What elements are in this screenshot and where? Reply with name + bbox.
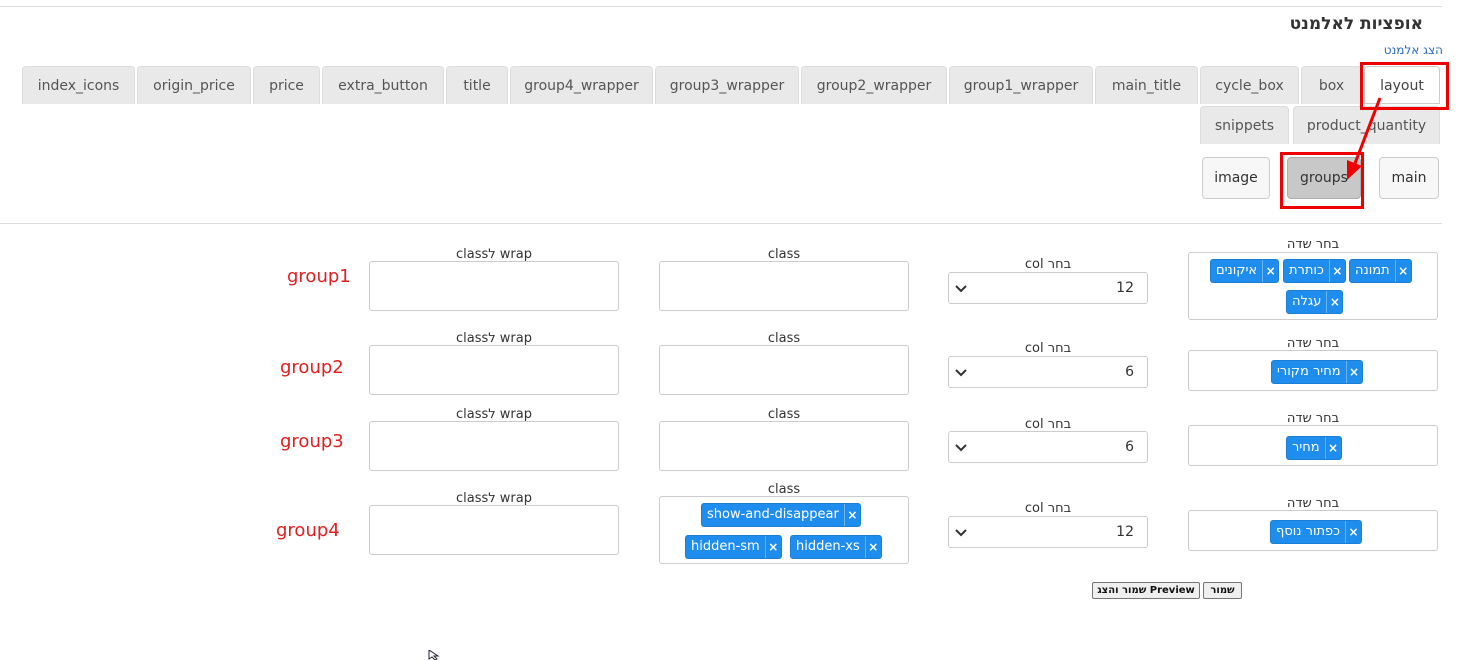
top-divider	[0, 6, 1442, 7]
group3-wrap-class-label: wrap לclass	[455, 407, 532, 422]
class-tag[interactable]: hidden-xs ×	[790, 535, 882, 559]
tab-origin-price[interactable]: origin_price	[137, 66, 251, 104]
group4-class-select[interactable]: show-and-disappear × hidden-sm × hidden-…	[659, 496, 909, 564]
group4-class-label: class	[767, 482, 801, 497]
class-tag-text: show-and-disappear	[707, 507, 839, 522]
group2-class-input[interactable]	[659, 345, 909, 395]
remove-tag-icon[interactable]: ×	[1394, 260, 1411, 282]
field-tag[interactable]: כותרת ×	[1283, 259, 1346, 283]
class-tag[interactable]: show-and-disappear ×	[701, 503, 861, 527]
tab-main-title[interactable]: main_title	[1095, 66, 1198, 104]
save-button[interactable]: שמור	[1203, 582, 1242, 599]
class-tag-text: hidden-sm	[691, 539, 760, 554]
group3-label: group3	[280, 431, 344, 452]
arrow-icon	[1347, 97, 1382, 180]
page-title: אופציות לאלמנט	[1289, 14, 1423, 34]
field-tag-text: כפתור נוסף	[1276, 524, 1341, 539]
chevron-down-icon	[955, 285, 967, 293]
group1-wrap-class-label: wrap לclass	[455, 247, 532, 262]
field-tag[interactable]: כפתור נוסף ×	[1270, 520, 1363, 544]
subtab-image[interactable]: image	[1202, 157, 1270, 199]
group1-col-label: בחר col	[1024, 257, 1072, 272]
group4-col-label: בחר col	[1024, 501, 1072, 516]
show-element-link[interactable]: הצג אלמנט	[1384, 43, 1443, 57]
field-tag[interactable]: מחיר מקורי ×	[1271, 360, 1363, 384]
group2-class-label: class	[767, 331, 801, 346]
field-tag[interactable]: מחיר ×	[1286, 436, 1342, 460]
field-tag[interactable]: איקונים ×	[1210, 259, 1280, 283]
remove-tag-icon[interactable]: ×	[1262, 260, 1278, 282]
group4-col-select[interactable]: 12	[948, 516, 1148, 548]
remove-tag-icon[interactable]: ×	[1345, 361, 1362, 383]
group3-col-label: בחר col	[1024, 417, 1072, 432]
field-tag-text: עגלה	[1292, 294, 1322, 309]
tab-title[interactable]: title	[446, 66, 508, 104]
field-tag-text: כותרת	[1289, 263, 1324, 278]
group1-label: group1	[287, 266, 351, 287]
tab-index-icons[interactable]: index_icons	[22, 66, 135, 104]
field-tag-text: מחיר מקורי	[1277, 364, 1341, 379]
group2-col-select[interactable]: 6	[948, 356, 1148, 388]
group2-wrap-class-label: wrap לclass	[455, 331, 532, 346]
group2-col-value: 6	[1125, 364, 1134, 380]
remove-tag-icon[interactable]: ×	[764, 536, 781, 558]
group4-wrap-class-label: wrap לclass	[455, 491, 532, 506]
chevron-down-icon	[955, 529, 967, 537]
group4-wrap-class-input[interactable]	[369, 505, 619, 555]
group1-field-select[interactable]: תמונה × כותרת × איקונים × עגלה ×	[1188, 252, 1438, 320]
field-tag[interactable]: עגלה ×	[1286, 290, 1344, 314]
group2-field-label: בחר שדה	[1286, 336, 1340, 351]
remove-tag-icon[interactable]: ×	[843, 504, 860, 526]
save-and-preview-button[interactable]: שמור והצג Preview	[1092, 582, 1200, 599]
field-tag[interactable]: תמונה ×	[1349, 259, 1412, 283]
group2-field-select[interactable]: מחיר מקורי ×	[1188, 350, 1438, 391]
group1-col-value: 12	[1116, 280, 1134, 296]
group1-class-input[interactable]	[659, 261, 909, 311]
chevron-down-icon	[955, 444, 967, 452]
remove-tag-icon[interactable]: ×	[1328, 260, 1345, 282]
class-tag-text: hidden-xs	[796, 539, 860, 554]
remove-tag-icon[interactable]: ×	[1326, 291, 1342, 313]
field-tag-text: תמונה	[1355, 263, 1390, 278]
tab-cycle-box[interactable]: cycle_box	[1200, 66, 1299, 104]
group4-col-value: 12	[1116, 524, 1134, 540]
group2-label: group2	[280, 357, 344, 378]
group1-class-label: class	[767, 247, 801, 262]
group4-field-select[interactable]: כפתור נוסף ×	[1188, 510, 1438, 551]
group4-field-label: בחר שדה	[1286, 496, 1340, 511]
tab-extra-button[interactable]: extra_button	[322, 66, 444, 104]
remove-tag-icon[interactable]: ×	[864, 536, 881, 558]
tab-group3-wrapper[interactable]: group3_wrapper	[655, 66, 799, 104]
group3-field-select[interactable]: מחיר ×	[1188, 425, 1438, 466]
group1-wrap-class-input[interactable]	[369, 261, 619, 311]
section-divider	[0, 223, 1442, 224]
remove-tag-icon[interactable]: ×	[1324, 437, 1341, 459]
group3-field-label: בחר שדה	[1286, 411, 1340, 426]
group3-class-label: class	[767, 407, 801, 422]
group3-col-value: 6	[1125, 439, 1134, 455]
group3-col-select[interactable]: 6	[948, 431, 1148, 463]
tab-price[interactable]: price	[253, 66, 320, 104]
field-tag-text: איקונים	[1216, 263, 1258, 278]
group2-col-label: בחר col	[1024, 341, 1072, 356]
group3-wrap-class-input[interactable]	[369, 421, 619, 471]
tab-group1-wrapper[interactable]: group1_wrapper	[949, 66, 1093, 104]
group2-wrap-class-input[interactable]	[369, 345, 619, 395]
mouse-cursor-icon	[428, 650, 440, 660]
subtab-main[interactable]: main	[1379, 157, 1439, 199]
group3-class-input[interactable]	[659, 421, 909, 471]
chevron-down-icon	[955, 369, 967, 377]
group4-label: group4	[276, 520, 340, 541]
tab-group4-wrapper[interactable]: group4_wrapper	[510, 66, 653, 104]
class-tag[interactable]: hidden-sm ×	[685, 535, 782, 559]
tab-snippets[interactable]: snippets	[1200, 106, 1289, 144]
group1-field-label: בחר שדה	[1286, 237, 1340, 252]
field-tag-text: מחיר	[1292, 440, 1320, 455]
group1-col-select[interactable]: 12	[948, 272, 1148, 304]
remove-tag-icon[interactable]: ×	[1345, 521, 1361, 543]
tab-group2-wrapper[interactable]: group2_wrapper	[801, 66, 947, 104]
